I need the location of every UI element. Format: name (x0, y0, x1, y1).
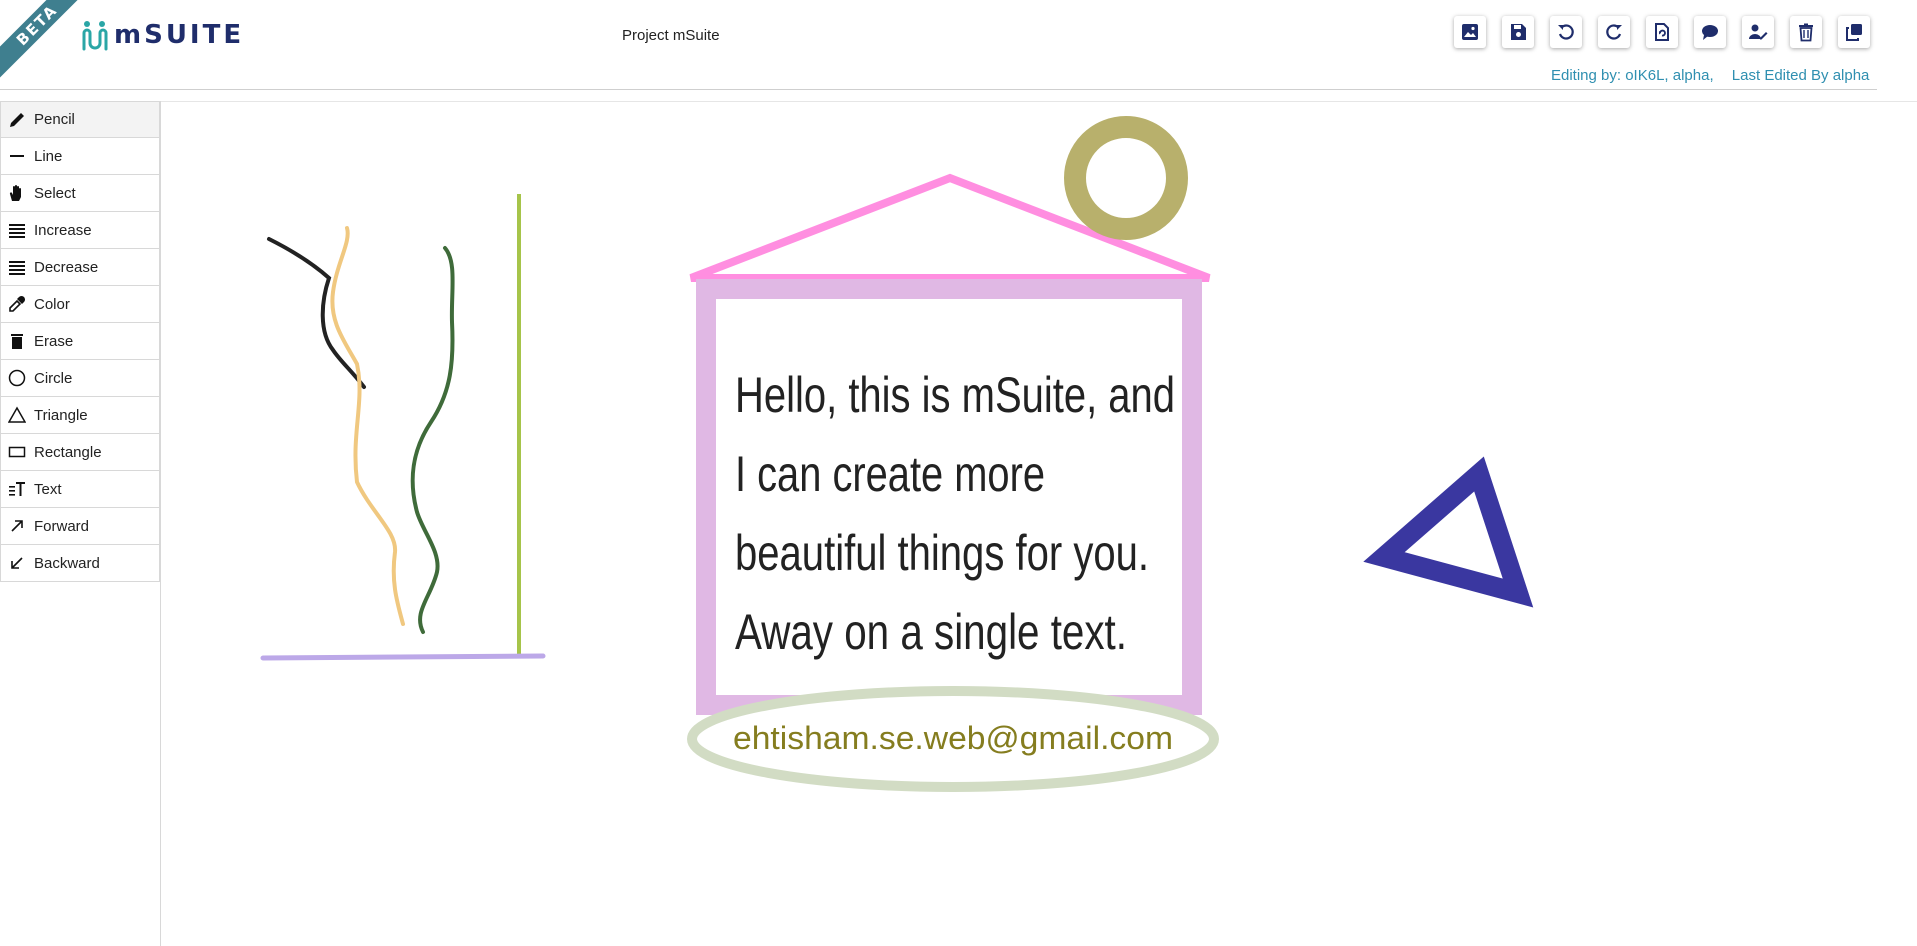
tool-text[interactable]: Text (0, 471, 160, 508)
tool-label: Circle (34, 369, 73, 387)
tool-line[interactable]: Line (0, 138, 160, 175)
user-edit-icon (1749, 24, 1768, 40)
line-icon (10, 155, 24, 157)
image-button[interactable] (1454, 16, 1486, 48)
tool-circle[interactable]: Circle (0, 360, 160, 397)
hand-icon (9, 185, 21, 201)
canvas-text-line-3: beautiful things for you. (735, 525, 1149, 581)
user-edit-button[interactable] (1742, 16, 1774, 48)
editing-status: Editing by: oIK6L, alpha, Last Edited By… (1551, 67, 1869, 84)
tool-erase[interactable]: Erase (0, 323, 160, 360)
tool-pencil[interactable]: Pencil (0, 101, 160, 138)
trash-icon (1799, 23, 1813, 42)
tool-label: Pencil (34, 111, 75, 128)
tool-color[interactable]: Color (0, 286, 160, 323)
tool-label: Line (34, 147, 63, 165)
bars-icon (9, 224, 25, 238)
save-button[interactable] (1502, 16, 1534, 48)
editing-by: Editing by: oIK6L, alpha, (1551, 67, 1714, 84)
save-icon (1511, 24, 1526, 40)
tool-label: Decrease (34, 258, 99, 276)
top-toolbar (1454, 16, 1870, 48)
tool-label: Select (34, 184, 76, 202)
logo[interactable]: mSUITE (80, 18, 244, 52)
tool-label: Increase (34, 221, 92, 239)
tool-label: Triangle (34, 406, 88, 424)
tool-label: Backward (34, 554, 100, 572)
tan-stroke (330, 226, 405, 626)
tool-backward[interactable]: Backward (0, 545, 160, 582)
tool-decrease[interactable]: Decrease (0, 249, 160, 286)
last-edited: Last Edited By alpha (1731, 67, 1870, 84)
email-text: ehtisham.se.web@gmail.com (733, 720, 1173, 756)
header: BETA mSUITE Project mSuite Editing by: o… (0, 0, 1917, 100)
bars-icon (9, 261, 25, 275)
comment-button[interactable] (1694, 16, 1726, 48)
arrow-down-left-icon (11, 557, 23, 569)
logo-text: mSUITE (114, 20, 245, 50)
tool-select[interactable]: Select (0, 175, 160, 212)
beta-label: BETA (0, 0, 90, 79)
text-icon (9, 482, 25, 496)
lavender-line (260, 653, 546, 661)
tool-label: Rectangle (34, 443, 102, 461)
clone-icon (1846, 24, 1862, 41)
green-stroke (410, 246, 455, 634)
tool-label: Color (34, 295, 70, 313)
circle-icon (8, 369, 26, 387)
tool-sidebar: Pencil Line Select Increase Decrease Col… (0, 101, 161, 946)
arrow-up-right-icon (11, 520, 23, 532)
delete-button[interactable] (1790, 16, 1822, 48)
clone-button[interactable] (1838, 16, 1870, 48)
tool-triangle[interactable]: Triangle (0, 397, 160, 434)
canvas-text-line-1: Hello, this is mSuite, and (735, 367, 1175, 423)
redo-button[interactable] (1598, 16, 1630, 48)
tool-label: Erase (34, 332, 74, 350)
tool-label: Forward (34, 517, 90, 535)
trash-icon (11, 334, 23, 349)
canvas-text-line-4: Away on a single text. (735, 604, 1127, 660)
pencil-icon (10, 112, 24, 127)
canvas-svg: Hello, this is mSuite, and I can create … (260, 116, 1534, 792)
beta-ribbon: BETA (0, 0, 90, 90)
eyedropper-icon (9, 295, 26, 312)
tool-label: Text (34, 480, 62, 498)
project-title: Project mSuite (622, 27, 720, 44)
tool-rectangle[interactable]: Rectangle (0, 434, 160, 471)
logo-icon (82, 21, 108, 51)
image-icon (1462, 24, 1478, 40)
tool-forward[interactable]: Forward (0, 508, 160, 545)
blue-triangle (1363, 456, 1534, 608)
rectangle-icon (8, 446, 26, 458)
ring-circle (1064, 116, 1188, 240)
copy-file-icon (1655, 23, 1669, 41)
undo-button[interactable] (1550, 16, 1582, 48)
tool-increase[interactable]: Increase (0, 212, 160, 249)
header-divider (0, 89, 1877, 90)
copy-file-button[interactable] (1646, 16, 1678, 48)
black-stroke (267, 237, 366, 389)
canvas-text-line-2: I can create more (735, 446, 1045, 502)
drawing-canvas[interactable]: Hello, this is mSuite, and I can create … (161, 102, 1917, 946)
comment-icon (1702, 25, 1718, 40)
undo-icon (1558, 24, 1574, 40)
redo-icon (1606, 24, 1622, 40)
triangle-icon (8, 406, 26, 423)
